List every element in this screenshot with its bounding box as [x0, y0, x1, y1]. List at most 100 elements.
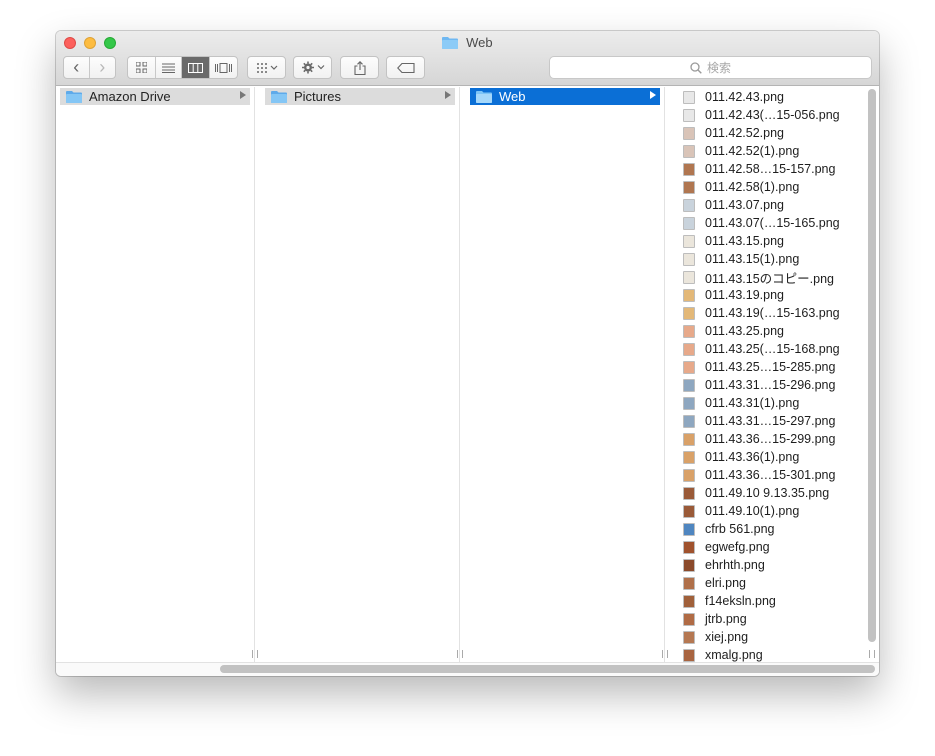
file-name: 011.43.19.png	[705, 288, 785, 302]
file-list-item[interactable]: 011.43.19(…15-163.png	[683, 304, 840, 322]
column-3: Web	[466, 87, 668, 662]
image-file-icon	[683, 360, 695, 374]
share-button[interactable]	[340, 56, 379, 79]
window-title: Web	[56, 35, 879, 50]
tags-button[interactable]	[386, 56, 425, 79]
folder-icon	[66, 91, 82, 103]
column-item-amazon-drive[interactable]: Amazon Drive	[60, 88, 250, 105]
file-name: 011.43.31(1).png	[705, 396, 800, 410]
file-name: egwefg.png	[705, 540, 770, 554]
file-list-item[interactable]: 011.43.36…15-301.png	[683, 466, 835, 484]
grid-icon	[135, 62, 147, 73]
list-view-button[interactable]	[156, 57, 183, 78]
file-list-item[interactable]: jtrb.png	[683, 610, 747, 628]
file-list-item[interactable]: 011.42.43.png	[683, 88, 784, 106]
vertical-scrollbar[interactable]	[868, 89, 876, 642]
search-field[interactable]: 検索	[549, 56, 872, 79]
file-list-item[interactable]: 011.43.25(…15-168.png	[683, 340, 840, 358]
file-name: 011.43.25(…15-168.png	[705, 342, 840, 356]
folder-icon	[271, 91, 287, 103]
image-file-icon	[683, 90, 695, 104]
file-list-item[interactable]: 011.49.10(1).png	[683, 502, 799, 520]
file-list-item[interactable]: cfrb 561.png	[683, 520, 775, 538]
arrange-button[interactable]	[247, 56, 286, 79]
image-file-icon	[683, 252, 695, 266]
image-file-icon	[683, 486, 695, 500]
file-name: f14eksln.png	[705, 594, 776, 608]
folder-icon	[442, 37, 459, 49]
file-name: 011.42.43(…15-056.png	[705, 108, 840, 122]
nav-buttons: ‹ ›	[63, 56, 116, 79]
horizontal-scrollbar[interactable]	[220, 665, 875, 673]
file-list-item[interactable]: f14eksln.png	[683, 592, 776, 610]
file-list-item[interactable]: 011.43.31…15-296.png	[683, 376, 835, 394]
image-file-icon	[683, 504, 695, 518]
file-list-item[interactable]: 011.42.43(…15-056.png	[683, 106, 840, 124]
columns-icon	[187, 62, 203, 73]
column-resize-handle[interactable]	[869, 650, 875, 658]
file-name: 011.43.31…15-297.png	[705, 414, 836, 428]
file-name: 011.43.25…15-285.png	[705, 360, 836, 374]
file-list-item[interactable]: egwefg.png	[683, 538, 770, 556]
image-file-icon	[683, 396, 695, 410]
icon-view-button[interactable]	[128, 57, 156, 78]
file-list-item[interactable]: 011.49.10 9.13.35.png	[683, 484, 829, 502]
file-list-item[interactable]: 011.43.19.png	[683, 286, 784, 304]
file-list-item[interactable]: 011.43.36(1).png	[683, 448, 799, 466]
file-list-item[interactable]: ehrhth.png	[683, 556, 765, 574]
image-file-icon	[683, 306, 695, 320]
image-file-icon	[683, 576, 695, 590]
image-file-icon	[683, 288, 695, 302]
image-file-icon	[683, 450, 695, 464]
disclosure-arrow-icon	[650, 91, 656, 99]
file-list-item[interactable]: 011.43.31(1).png	[683, 394, 799, 412]
file-name: elri.png	[705, 576, 746, 590]
image-file-icon	[683, 468, 695, 482]
column-resize-handle[interactable]	[662, 650, 668, 658]
column-browser: Amazon Drive Pictures Web 011.42.43.png …	[56, 87, 879, 662]
finder-window: Web ‹ › 検索 Amazon Drive Pictures Web 011…	[56, 31, 879, 676]
back-button[interactable]: ‹	[64, 57, 90, 78]
image-file-icon	[683, 558, 695, 572]
list-icon	[161, 63, 175, 73]
image-file-icon	[683, 342, 695, 356]
image-file-icon	[683, 270, 695, 284]
file-list-item[interactable]: xiej.png	[683, 628, 748, 646]
file-list-item[interactable]: 011.43.31…15-297.png	[683, 412, 835, 430]
gear-icon	[301, 61, 324, 74]
cover-flow-button[interactable]	[210, 57, 237, 78]
image-file-icon	[683, 108, 695, 122]
file-name: 011.42.52(1).png	[705, 144, 800, 158]
file-list-item[interactable]: 011.42.52(1).png	[683, 142, 799, 160]
file-list-item[interactable]: 011.43.15(1).png	[683, 250, 799, 268]
action-button[interactable]	[293, 56, 332, 79]
file-name: xmalg.png	[705, 648, 763, 662]
column-resize-handle[interactable]	[252, 650, 258, 658]
image-file-icon	[683, 522, 695, 536]
file-list-item[interactable]: 011.43.07.png	[683, 196, 784, 214]
column-item-label: Pictures	[294, 89, 341, 104]
file-name: 011.42.43.png	[705, 90, 785, 104]
file-list-item[interactable]: 011.42.52.png	[683, 124, 784, 142]
forward-button[interactable]: ›	[90, 57, 115, 78]
view-mode-control	[127, 56, 238, 79]
column-item-web[interactable]: Web	[470, 88, 660, 105]
image-file-icon	[683, 540, 695, 554]
file-name: 011.43.15(1).png	[705, 252, 800, 266]
file-name: 011.49.10(1).png	[705, 504, 800, 518]
column-resize-handle[interactable]	[457, 650, 463, 658]
file-list-item[interactable]: 011.43.07(…15-165.png	[683, 214, 840, 232]
column-view-button[interactable]	[182, 57, 210, 78]
file-list-item[interactable]: 011.43.25.png	[683, 322, 784, 340]
column-item-pictures[interactable]: Pictures	[265, 88, 455, 105]
file-list-item[interactable]: 011.42.58(1).png	[683, 178, 799, 196]
file-list-item[interactable]: 011.43.15.png	[683, 232, 784, 250]
file-list-item[interactable]: 011.43.15のコピー.png	[683, 268, 834, 286]
search-placeholder: 検索	[706, 61, 731, 75]
file-list-item[interactable]: 011.42.58…15-157.png	[683, 160, 835, 178]
image-file-icon	[683, 648, 695, 662]
file-list-item[interactable]: 011.43.36…15-299.png	[683, 430, 835, 448]
image-file-icon	[683, 144, 695, 158]
file-list-item[interactable]: elri.png	[683, 574, 746, 592]
file-list-item[interactable]: 011.43.25…15-285.png	[683, 358, 835, 376]
